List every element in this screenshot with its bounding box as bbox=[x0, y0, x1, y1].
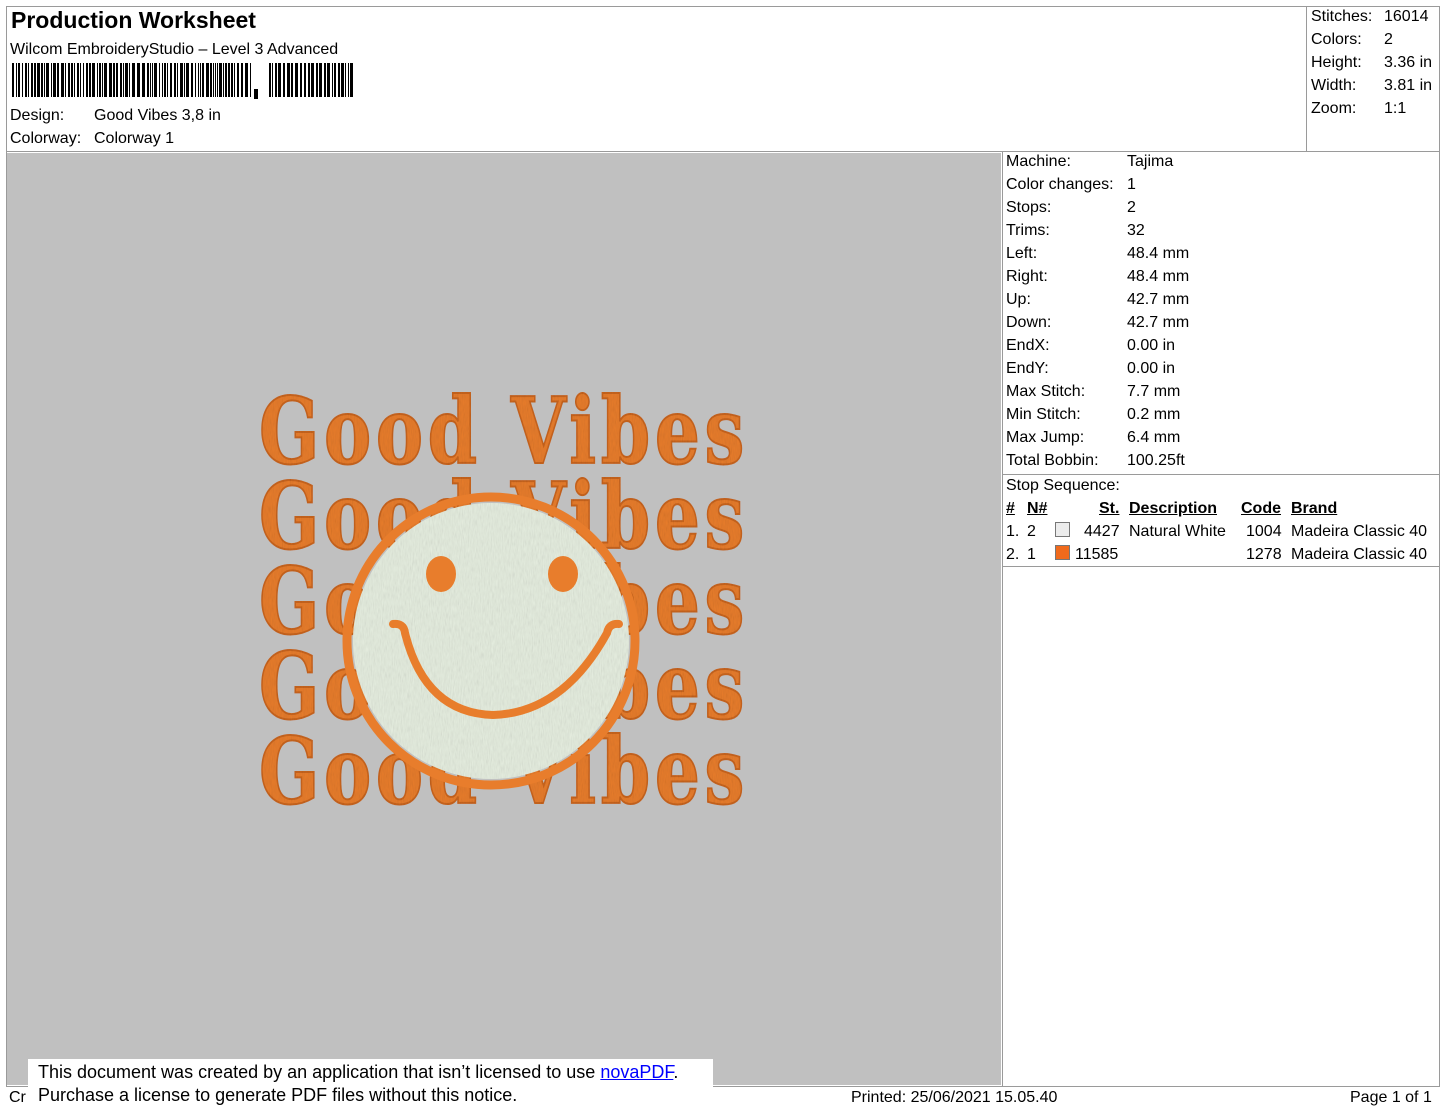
detail-label: Max Jump: bbox=[1006, 429, 1085, 446]
footer-left-text: Cr bbox=[9, 1089, 26, 1106]
col-header-num: # bbox=[1006, 500, 1015, 517]
row-num: 2. bbox=[1006, 546, 1020, 563]
row-n: 1 bbox=[1027, 546, 1036, 563]
detail-value: 0.00 in bbox=[1127, 337, 1176, 354]
frame-panel-divider bbox=[1002, 151, 1003, 1087]
software-name: Wilcom EmbroideryStudio – Level 3 Advanc… bbox=[10, 41, 339, 58]
summary-colors-value: 2 bbox=[1384, 31, 1393, 48]
colorway-value: Colorway 1 bbox=[94, 130, 175, 147]
col-header-st: St. bbox=[1099, 500, 1120, 517]
detail-label: Up: bbox=[1006, 291, 1031, 308]
detail-value: 42.7 mm bbox=[1127, 314, 1190, 331]
summary-width-label: Width: bbox=[1311, 77, 1357, 94]
col-header-n: N# bbox=[1027, 500, 1048, 517]
row-brand: Madeira Classic 40 bbox=[1291, 523, 1428, 540]
summary-height-value: 3.36 in bbox=[1384, 54, 1433, 71]
detail-label: Stops: bbox=[1006, 199, 1052, 216]
row-code: 1004 bbox=[1246, 523, 1282, 540]
summary-colors-label: Colors: bbox=[1311, 31, 1362, 48]
detail-label: Total Bobbin: bbox=[1006, 452, 1099, 469]
summary-width-value: 3.81 in bbox=[1384, 77, 1433, 94]
detail-value: 7.7 mm bbox=[1127, 383, 1181, 400]
row-num: 1. bbox=[1006, 523, 1020, 540]
col-header-brand: Brand bbox=[1291, 500, 1338, 517]
detail-label: Color changes: bbox=[1006, 176, 1114, 193]
smiley-right-eye bbox=[548, 556, 578, 592]
frame-right bbox=[1439, 6, 1440, 1087]
smiley-left-eye bbox=[426, 556, 456, 592]
detail-value: 42.7 mm bbox=[1127, 291, 1190, 308]
detail-label: EndY: bbox=[1006, 360, 1049, 377]
page-number: Page 1 of 1 bbox=[1350, 1089, 1432, 1106]
design-label: Design: bbox=[10, 107, 65, 124]
summary-height-label: Height: bbox=[1311, 54, 1362, 71]
embroidery-design: Good VibesGood VibesGood VibesGood Vibes… bbox=[258, 376, 744, 826]
notice-prefix: This document was created by an applicat… bbox=[38, 1062, 601, 1082]
color-swatch bbox=[1055, 545, 1070, 560]
row-description: Natural White bbox=[1129, 523, 1226, 540]
summary-zoom-label: Zoom: bbox=[1311, 100, 1357, 117]
detail-value: Tajima bbox=[1127, 153, 1174, 170]
detail-label: Right: bbox=[1006, 268, 1048, 285]
smiley-fill bbox=[353, 503, 629, 779]
frame-stop-top bbox=[1002, 474, 1439, 475]
detail-value: 1 bbox=[1127, 176, 1136, 193]
detail-value: 0.2 mm bbox=[1127, 406, 1181, 423]
frame-header-bottom bbox=[7, 151, 1439, 152]
notice-line-1: This document was created by an applicat… bbox=[38, 1061, 713, 1084]
frame-stop-bottom bbox=[1002, 566, 1439, 567]
detail-value: 100.25ft bbox=[1127, 452, 1185, 469]
detail-value: 48.4 mm bbox=[1127, 268, 1190, 285]
detail-value: 2 bbox=[1127, 199, 1136, 216]
novapdf-link[interactable]: novaPDF bbox=[600, 1062, 673, 1082]
notice-line-2: Purchase a license to generate PDF files… bbox=[38, 1085, 518, 1105]
page-title: Production Worksheet bbox=[11, 7, 256, 33]
row-stitches: 4427 bbox=[1084, 523, 1120, 540]
detail-label: Machine: bbox=[1006, 153, 1071, 170]
detail-label: EndX: bbox=[1006, 337, 1050, 354]
summary-stitches-value: 16014 bbox=[1384, 8, 1429, 25]
detail-value: 6.4 mm bbox=[1127, 429, 1181, 446]
summary-stitches-label: Stitches: bbox=[1311, 8, 1373, 25]
smiley-face bbox=[342, 492, 640, 790]
row-stitches: 11585 bbox=[1075, 546, 1119, 563]
row-brand: Madeira Classic 40 bbox=[1291, 546, 1428, 563]
detail-label: Max Stitch: bbox=[1006, 383, 1086, 400]
summary-zoom-value: 1:1 bbox=[1384, 100, 1407, 117]
frame-summary-divider bbox=[1306, 6, 1307, 152]
barcode-image bbox=[12, 63, 353, 99]
colorway-label: Colorway: bbox=[10, 130, 82, 147]
license-notice: This document was created by an applicat… bbox=[28, 1059, 713, 1111]
detail-label: Min Stitch: bbox=[1006, 406, 1081, 423]
row-n: 2 bbox=[1027, 523, 1036, 540]
color-swatch bbox=[1055, 522, 1070, 537]
detail-label: Down: bbox=[1006, 314, 1052, 331]
detail-label: Trims: bbox=[1006, 222, 1050, 239]
col-header-code: Code bbox=[1241, 500, 1281, 517]
design-value: Good Vibes 3,8 in bbox=[94, 107, 221, 124]
detail-value: 32 bbox=[1127, 222, 1145, 239]
detail-value: 48.4 mm bbox=[1127, 245, 1190, 262]
notice-suffix: . bbox=[673, 1062, 679, 1082]
col-header-description: Description bbox=[1129, 500, 1218, 517]
row-code: 1278 bbox=[1246, 546, 1282, 563]
stop-sequence-title: Stop Sequence: bbox=[1006, 477, 1120, 494]
printed-timestamp: Printed: 25/06/2021 15.05.40 bbox=[851, 1089, 1058, 1106]
detail-value: 0.00 in bbox=[1127, 360, 1176, 377]
detail-label: Left: bbox=[1006, 245, 1038, 262]
design-preview: Good VibesGood VibesGood VibesGood Vibes… bbox=[7, 153, 1001, 1085]
